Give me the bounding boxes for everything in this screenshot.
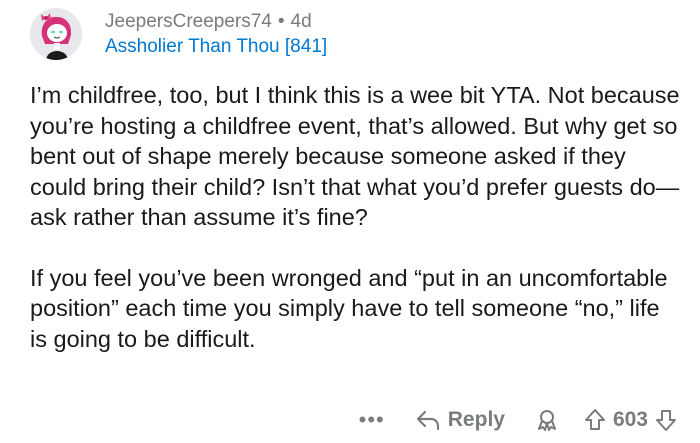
comment-age: 4d (290, 11, 312, 32)
comment-paragraph-1: I’m childfree, too, but I think this is … (30, 82, 680, 230)
comment-meta: JeepersCreepers74 • 4d Assholier Than Thou… (105, 10, 327, 59)
user-avatar[interactable] (30, 8, 82, 60)
comment: JeepersCreepers74 • 4d Assholier Than Thou… (0, 0, 700, 443)
award-button[interactable] (535, 408, 559, 432)
reply-arrow-icon (415, 408, 441, 432)
separator-dot: • (277, 11, 285, 32)
comment-header: JeepersCreepers74 • 4d Assholier Than Thou… (30, 8, 327, 60)
comment-paragraph-2: If you feel you’ve been wronged and “put… (30, 264, 668, 352)
downvote-arrow-icon[interactable] (654, 407, 678, 433)
upvote-arrow-icon[interactable] (583, 407, 607, 433)
award-icon (535, 408, 559, 432)
reply-button[interactable]: Reply (415, 408, 505, 432)
reply-label: Reply (447, 408, 505, 431)
username[interactable]: JeepersCreepers74 (105, 11, 272, 32)
more-options-button[interactable]: ••• (359, 409, 385, 431)
vote-score: 603 (612, 408, 648, 431)
comment-body: I’m childfree, too, but I think this is … (30, 80, 680, 384)
meta-line: JeepersCreepers74 • 4d (105, 10, 327, 34)
comment-actions: ••• Reply 603 (359, 404, 678, 436)
user-flair: Assholier Than Thou [841] (105, 36, 328, 57)
vote-controls: 603 (583, 407, 678, 433)
